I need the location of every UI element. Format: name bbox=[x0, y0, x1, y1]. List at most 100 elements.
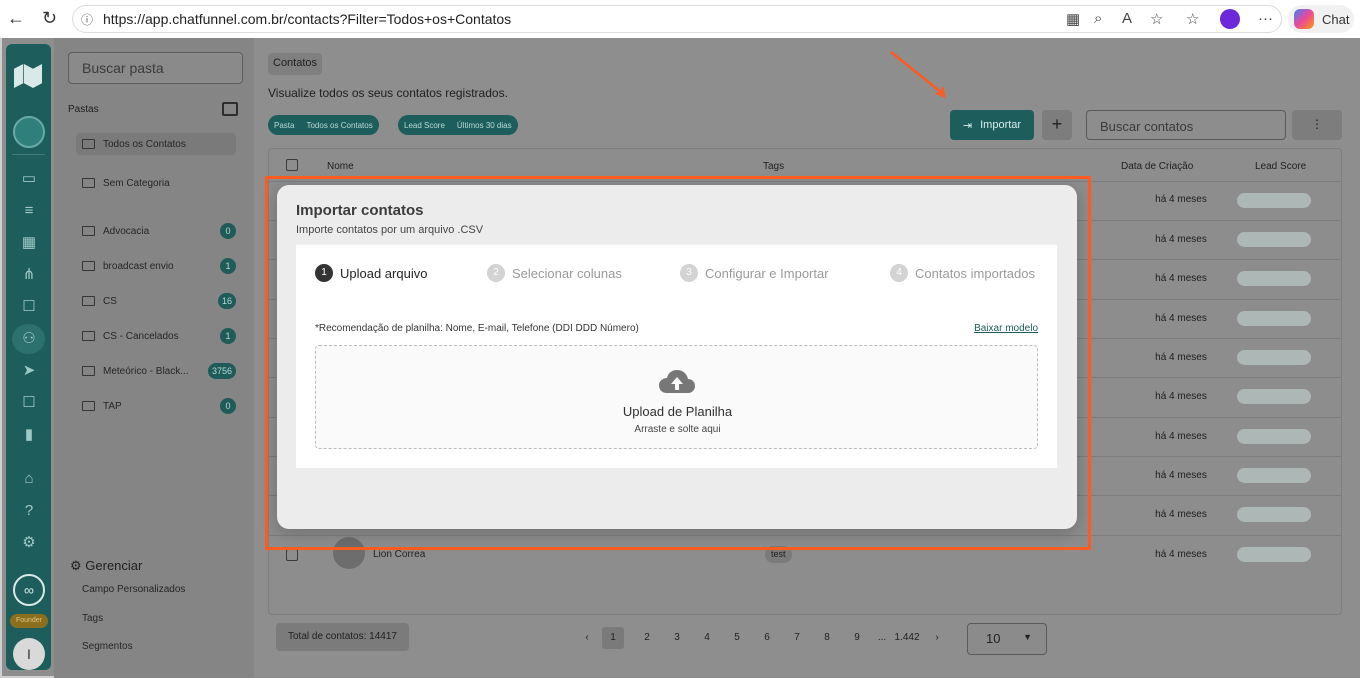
folder-icon bbox=[82, 401, 95, 411]
import-button[interactable]: ⇥ Importar bbox=[950, 110, 1034, 140]
more-options-button[interactable]: ⋮ bbox=[1292, 110, 1342, 140]
folder-item-cs[interactable]: CS 16 bbox=[76, 290, 236, 312]
modal-subtitle: Importe contatos por um arquivo .CSV bbox=[296, 224, 484, 236]
url-text: https://app.chatfunnel.com.br/contacts?F… bbox=[103, 11, 512, 27]
folder-icon bbox=[82, 139, 95, 149]
step-upload[interactable]: 1 Upload arquivo bbox=[315, 264, 427, 282]
lead-score-bar bbox=[1237, 429, 1311, 444]
favorite-icon[interactable]: ☆ bbox=[1150, 10, 1163, 28]
send-icon[interactable]: ➤ bbox=[18, 362, 40, 380]
lead-score-bar bbox=[1237, 232, 1311, 247]
folder-item-tap[interactable]: TAP 0 bbox=[76, 395, 236, 417]
tags-link[interactable]: Tags bbox=[82, 613, 103, 624]
graduation-icon[interactable]: ⌂ bbox=[18, 470, 40, 488]
folder-label: Meteórico - Black... bbox=[103, 365, 189, 377]
page-item[interactable]: 8 bbox=[812, 627, 842, 649]
more-icon[interactable]: ··· bbox=[1258, 10, 1273, 27]
chat-icon[interactable]: ☐ bbox=[18, 394, 40, 412]
copilot-chat-button[interactable]: Chat bbox=[1288, 5, 1354, 33]
infinity-icon[interactable]: ∞ bbox=[13, 574, 45, 606]
lead-score-filter-chip[interactable]: Lead Score Últimos 30 dias bbox=[398, 115, 518, 135]
cloud-upload-icon bbox=[659, 370, 695, 393]
lead-score-bar bbox=[1237, 547, 1311, 562]
folder-label: Advocacia bbox=[103, 225, 150, 237]
reader-view-icon[interactable]: ▦ bbox=[1066, 10, 1080, 28]
workspace-avatar[interactable] bbox=[13, 116, 45, 148]
folder-item-cs-cancelados[interactable]: CS - Cancelados 1 bbox=[76, 325, 236, 347]
date-cell: há 4 meses bbox=[1155, 273, 1207, 284]
nav-rail: ▭ ≡ ▦ ⋔ ☐ ⚇ ➤ ☐ ▮ ⌂ ? ⚙ ∞ Founder I bbox=[6, 44, 51, 670]
upload-subtitle: Arraste e solte aqui bbox=[634, 424, 721, 435]
date-cell: há 4 meses bbox=[1155, 391, 1207, 402]
page-item[interactable]: 7 bbox=[782, 627, 812, 649]
folders-heading: Pastas bbox=[68, 104, 99, 115]
select-all-checkbox[interactable] bbox=[286, 159, 298, 171]
read-aloud-icon[interactable]: A bbox=[1122, 10, 1132, 27]
step-configure-import[interactable]: 3 Configurar e Importar bbox=[680, 264, 829, 282]
bot-icon[interactable]: ☐ bbox=[18, 298, 40, 316]
founder-badge: Founder bbox=[10, 614, 48, 628]
chart-icon[interactable]: ▮ bbox=[18, 426, 40, 444]
step-number: 2 bbox=[487, 264, 505, 282]
user-avatar[interactable]: I bbox=[13, 638, 45, 670]
custom-fields-link[interactable]: Campo Personalizados bbox=[82, 584, 185, 595]
back-icon[interactable]: ← bbox=[7, 8, 25, 29]
add-contact-button[interactable]: + bbox=[1042, 110, 1072, 140]
presentation-icon[interactable]: ▭ bbox=[18, 170, 40, 188]
step-imported-contacts[interactable]: 4 Contatos importados bbox=[890, 264, 1035, 282]
logo-icon-right bbox=[24, 64, 42, 88]
lead-score-bar bbox=[1237, 193, 1311, 208]
page-item[interactable]: 1 bbox=[602, 627, 624, 649]
folder-icon bbox=[82, 296, 95, 306]
site-info-icon[interactable]: ⓘ bbox=[81, 11, 93, 28]
settings-icon[interactable]: ⚙ bbox=[18, 534, 40, 552]
help-icon[interactable]: ? bbox=[18, 502, 40, 520]
contact-search-input[interactable]: Buscar contatos bbox=[1086, 110, 1286, 140]
folder-search-input[interactable]: Buscar pasta bbox=[68, 52, 243, 84]
step-number: 4 bbox=[890, 264, 908, 282]
upload-dropzone[interactable]: Upload de Planilha Arraste e solte aqui bbox=[315, 345, 1038, 449]
calendar-icon[interactable]: ▦ bbox=[18, 234, 40, 252]
lead-score-bar bbox=[1237, 350, 1311, 365]
step-number: 3 bbox=[680, 264, 698, 282]
chat-label: Chat bbox=[1322, 11, 1350, 27]
folder-item-advocacia[interactable]: Advocacia 0 bbox=[76, 220, 236, 242]
favorites-bar-icon[interactable]: ☆ bbox=[1186, 10, 1199, 28]
profile-icon[interactable] bbox=[1220, 9, 1240, 29]
prev-page-icon[interactable]: ‹ bbox=[572, 627, 602, 649]
folder-icon bbox=[82, 261, 95, 271]
pagination: ‹ 1 2 3 4 5 6 7 8 9 ... 1.442 › bbox=[572, 627, 952, 649]
date-cell: há 4 meses bbox=[1155, 470, 1207, 481]
contacts-icon[interactable]: ⚇ bbox=[18, 330, 40, 348]
flow-icon[interactable]: ⋔ bbox=[18, 266, 40, 284]
page-item[interactable]: 4 bbox=[692, 627, 722, 649]
folder-icon bbox=[82, 226, 95, 236]
page-item[interactable]: 3 bbox=[662, 627, 692, 649]
next-page-icon[interactable]: › bbox=[922, 627, 952, 649]
import-wizard: 1 Upload arquivo 2 Selecionar colunas 3 … bbox=[296, 245, 1057, 468]
folder-filter-chip[interactable]: Pasta Todos os Contatos bbox=[268, 115, 379, 135]
page-item[interactable]: 9 bbox=[842, 627, 872, 649]
folder-item-sem-categoria[interactable]: Sem Categoria bbox=[76, 172, 236, 194]
folder-item-meteorico[interactable]: Meteórico - Black... 3756 bbox=[76, 360, 236, 382]
page-item[interactable]: 1.442 bbox=[892, 627, 922, 649]
folder-count: 16 bbox=[217, 293, 236, 309]
folder-icon bbox=[82, 178, 95, 188]
add-folder-icon[interactable] bbox=[222, 102, 238, 116]
page-item[interactable]: 5 bbox=[722, 627, 752, 649]
row-checkbox[interactable] bbox=[286, 549, 298, 561]
segments-link[interactable]: Segmentos bbox=[82, 641, 133, 652]
reload-icon[interactable]: ↻ bbox=[42, 8, 57, 29]
folder-item-broadcast[interactable]: broadcast envio 1 bbox=[76, 255, 236, 277]
step-select-columns[interactable]: 2 Selecionar colunas bbox=[487, 264, 622, 282]
folder-item-todos[interactable]: Todos os Contatos bbox=[76, 133, 236, 155]
header-divider bbox=[269, 181, 1341, 182]
zoom-icon[interactable]: ⌕ bbox=[1094, 10, 1102, 27]
page-item[interactable]: 6 bbox=[752, 627, 782, 649]
page-size-select[interactable]: 10 ▼ bbox=[967, 623, 1047, 655]
download-template-link[interactable]: Baixar modelo bbox=[974, 323, 1038, 334]
filter-icon[interactable]: ≡ bbox=[18, 202, 40, 220]
orange-arrow-icon bbox=[890, 51, 946, 98]
page-item[interactable]: 2 bbox=[632, 627, 662, 649]
contact-name[interactable]: Lion Correa bbox=[373, 549, 425, 560]
